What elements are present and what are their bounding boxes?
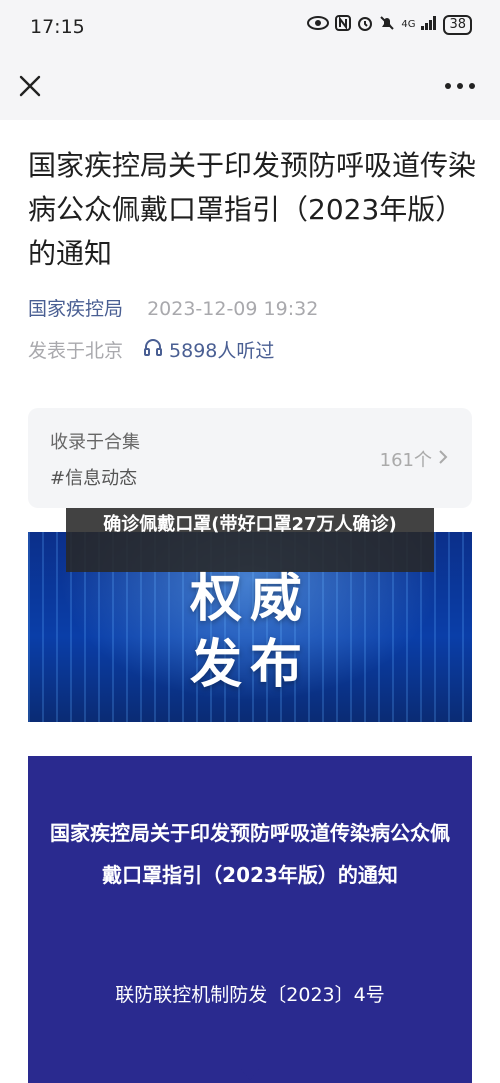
battery-icon: 38 bbox=[443, 15, 472, 35]
document-number: 联防联控机制防发〔2023〕4号 bbox=[115, 984, 385, 1006]
close-icon[interactable] bbox=[14, 70, 46, 102]
collection-tag[interactable]: #信息动态 bbox=[50, 464, 137, 490]
collection-card[interactable]: 收录于合集 #信息动态 161个 bbox=[28, 408, 472, 508]
nav-bar bbox=[0, 56, 500, 120]
eye-icon bbox=[307, 16, 330, 34]
scroll-indicator-icon bbox=[240, 1068, 260, 1080]
chevron-right-icon bbox=[438, 449, 448, 470]
article-meta-secondary: 发表于北京 5898人听过 bbox=[28, 336, 274, 363]
article-meta: 国家疾控局 2023-12-09 19:32 bbox=[28, 294, 318, 321]
document-title: 国家疾控局关于印发预防呼吸道传染病公众佩戴口罩指引（2023年版）的通知 bbox=[50, 821, 450, 887]
nfc-icon bbox=[335, 15, 352, 35]
collection-label: 收录于合集 bbox=[50, 432, 140, 453]
listen-button[interactable]: 5898人听过 bbox=[143, 336, 274, 363]
article-content: 国家疾控局关于印发预防呼吸道传染病公众佩戴口罩指引（2023年版）的通知 国家疾… bbox=[0, 120, 500, 1083]
status-time: 17:15 bbox=[30, 16, 85, 38]
status-bar: 17:15 4G 38 bbox=[0, 0, 500, 56]
collection-count-text: 161个 bbox=[379, 450, 432, 471]
collection-count: 161个 bbox=[380, 446, 448, 472]
signal-icon bbox=[421, 16, 437, 34]
status-icons: 4G 38 bbox=[307, 15, 472, 35]
document-card: 国家疾控局关于印发预防呼吸道传染病公众佩戴口罩指引（2023年版）的通知 联防联… bbox=[28, 756, 472, 1083]
headphones-icon bbox=[143, 338, 163, 361]
mute-icon bbox=[379, 15, 395, 35]
more-icon[interactable] bbox=[440, 70, 480, 102]
publish-date: 2023-12-09 19:32 bbox=[147, 298, 319, 320]
alarm-icon bbox=[357, 15, 373, 35]
article-title: 国家疾控局关于印发预防呼吸道传染病公众佩戴口罩指引（2023年版）的通知 bbox=[28, 149, 477, 270]
publish-location: 发表于北京 bbox=[28, 340, 124, 362]
signal-label: 4G bbox=[401, 19, 416, 30]
source-link[interactable]: 国家疾控局 bbox=[28, 298, 123, 320]
overlay-caption: 确诊佩戴口罩(带好口罩27万人确诊) bbox=[66, 508, 434, 572]
banner-line2: 发布 bbox=[189, 635, 310, 695]
listen-count: 5898人听过 bbox=[169, 340, 275, 362]
